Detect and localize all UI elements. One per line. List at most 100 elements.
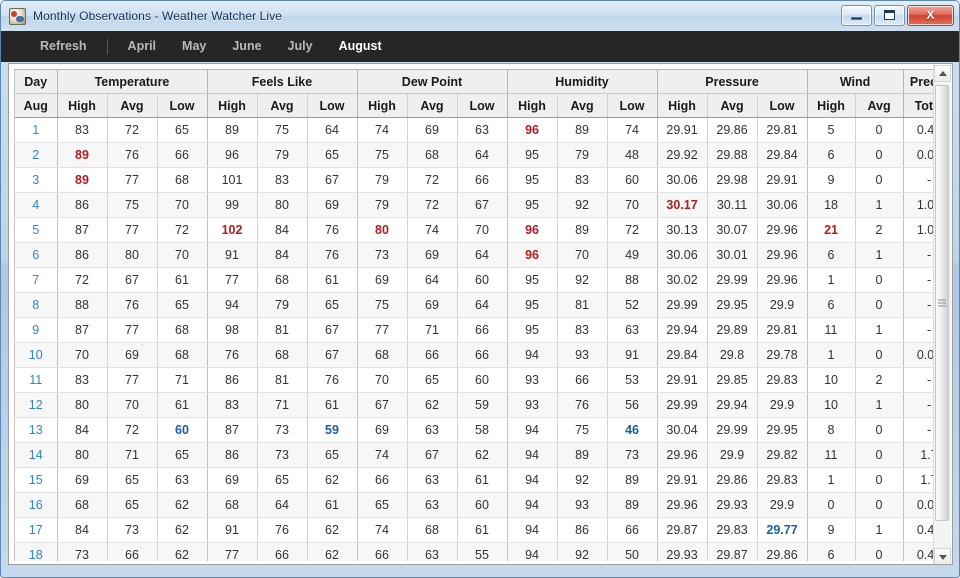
day-cell[interactable]: 6	[15, 243, 57, 268]
data-cell: 73	[107, 518, 157, 543]
data-cell: 94	[507, 518, 557, 543]
day-cell[interactable]: 11	[15, 368, 57, 393]
close-icon: X	[908, 8, 953, 22]
day-cell[interactable]: 4	[15, 193, 57, 218]
data-cell: 94	[507, 443, 557, 468]
day-cell[interactable]: 16	[15, 493, 57, 518]
data-cell: 83	[557, 168, 607, 193]
day-cell[interactable]: 8	[15, 293, 57, 318]
data-cell: 93	[507, 393, 557, 418]
data-cell: 95	[507, 143, 557, 168]
data-cell: 62	[157, 518, 207, 543]
scroll-down-button[interactable]	[934, 548, 951, 565]
table-row[interactable]: 1480716586736574676294897329.9629.929.82…	[15, 443, 936, 468]
data-cell: 0	[807, 493, 855, 518]
menu-item-may[interactable]: May	[169, 31, 219, 62]
table-row[interactable]: 3897768101836779726695836030.0629.9829.9…	[15, 168, 936, 193]
data-cell: 79	[257, 293, 307, 318]
data-cell: 69	[407, 293, 457, 318]
table-row[interactable]: 1873666277666266635594925029.9329.8729.8…	[15, 543, 936, 562]
day-cell[interactable]: 14	[15, 443, 57, 468]
data-cell: 72	[607, 218, 657, 243]
data-cell: 70	[607, 193, 657, 218]
scroll-up-button[interactable]	[934, 65, 951, 82]
table-row[interactable]: 686807091847673696496704930.0630.0129.96…	[15, 243, 936, 268]
data-cell: 0.43	[903, 543, 936, 562]
column-header-0: Aug	[15, 94, 57, 118]
table-row[interactable]: 1668656268646165636094938929.9629.9329.9…	[15, 493, 936, 518]
data-cell: 29.93	[657, 543, 707, 562]
data-cell: 81	[557, 293, 607, 318]
data-cell: 64	[457, 293, 507, 318]
day-cell[interactable]: 7	[15, 268, 57, 293]
table-row[interactable]: 987776898816777716695836329.9429.8929.81…	[15, 318, 936, 343]
data-cell: 79	[357, 168, 407, 193]
day-cell[interactable]: 15	[15, 468, 57, 493]
menu-item-august[interactable]: August	[326, 31, 395, 62]
table-row[interactable]: 1183777186817670656093665329.9129.8529.8…	[15, 368, 936, 393]
data-cell: 63	[407, 468, 457, 493]
table-row[interactable]: 1070696876686768666694939129.8429.829.78…	[15, 343, 936, 368]
menu-item-april[interactable]: April	[115, 31, 169, 62]
table-row[interactable]: 1784736291766274686194866629.8729.8329.7…	[15, 518, 936, 543]
day-cell[interactable]: 1	[15, 118, 57, 143]
day-cell[interactable]: 2	[15, 143, 57, 168]
menu-item-refresh[interactable]: Refresh	[27, 31, 100, 62]
data-cell: 0	[855, 268, 903, 293]
day-cell[interactable]: 9	[15, 318, 57, 343]
day-cell[interactable]: 3	[15, 168, 57, 193]
maximize-button[interactable]	[874, 5, 905, 26]
data-cell: 29.84	[657, 343, 707, 368]
table-row[interactable]: 5877772102847680747096897230.1330.0729.9…	[15, 218, 936, 243]
table-row[interactable]: 772676177686169646095928830.0229.9929.96…	[15, 268, 936, 293]
data-cell: 101	[207, 168, 257, 193]
data-cell: 68	[157, 318, 207, 343]
data-cell: 29.99	[707, 418, 757, 443]
title-bar[interactable]: Monthly Observations - Weather Watcher L…	[1, 1, 959, 31]
data-cell: 102	[207, 218, 257, 243]
data-cell: 0	[855, 343, 903, 368]
data-cell: 6	[807, 293, 855, 318]
data-cell: 29.83	[707, 518, 757, 543]
data-cell: 92	[557, 268, 607, 293]
data-cell: 65	[357, 493, 407, 518]
day-cell[interactable]: 5	[15, 218, 57, 243]
data-cell: 62	[307, 543, 357, 562]
data-cell: 1.7	[903, 443, 936, 468]
data-cell: 1	[855, 393, 903, 418]
data-cell: 29.96	[757, 243, 807, 268]
data-cell: 53	[607, 368, 657, 393]
day-cell[interactable]: 12	[15, 393, 57, 418]
table-row[interactable]: 183726589756474696396897429.9129.8629.81…	[15, 118, 936, 143]
vertical-scrollbar[interactable]	[933, 65, 951, 565]
data-cell: 0	[855, 118, 903, 143]
table-row[interactable]: 888766594796575696495815229.9929.9529.96…	[15, 293, 936, 318]
day-cell[interactable]: 13	[15, 418, 57, 443]
table-row[interactable]: 486757099806979726795927030.1730.1130.06…	[15, 193, 936, 218]
close-button[interactable]: X	[907, 5, 954, 26]
data-cell: 95	[507, 168, 557, 193]
table-subheader-row: AugHighAvgLowHighAvgLowHighAvgLowHighAvg…	[15, 94, 936, 118]
data-cell: 89	[557, 218, 607, 243]
data-cell: 1.07	[903, 193, 936, 218]
data-cell: 1	[855, 518, 903, 543]
data-cell: 61	[457, 468, 507, 493]
table-row[interactable]: 1280706183716167625993765629.9929.9429.9…	[15, 393, 936, 418]
table-row[interactable]: 289766696796575686495794829.9229.8829.84…	[15, 143, 936, 168]
window-controls: X	[841, 5, 954, 26]
table-row[interactable]: 1569656369656266636194928929.9129.8629.8…	[15, 468, 936, 493]
menu-item-july[interactable]: July	[275, 31, 326, 62]
column-group-pressure: Pressure	[657, 70, 807, 94]
day-cell[interactable]: 17	[15, 518, 57, 543]
data-cell: 67	[407, 443, 457, 468]
day-cell[interactable]: 10	[15, 343, 57, 368]
scrollbar-thumb[interactable]	[935, 85, 949, 521]
table-row[interactable]: 1384726087735969635894754630.0429.9929.9…	[15, 418, 936, 443]
menu-item-june[interactable]: June	[219, 31, 274, 62]
minimize-button[interactable]	[841, 5, 872, 26]
data-cell: 83	[57, 118, 107, 143]
data-cell: 59	[457, 393, 507, 418]
data-cell: 74	[357, 443, 407, 468]
day-cell[interactable]: 18	[15, 543, 57, 562]
data-cell: 68	[157, 168, 207, 193]
